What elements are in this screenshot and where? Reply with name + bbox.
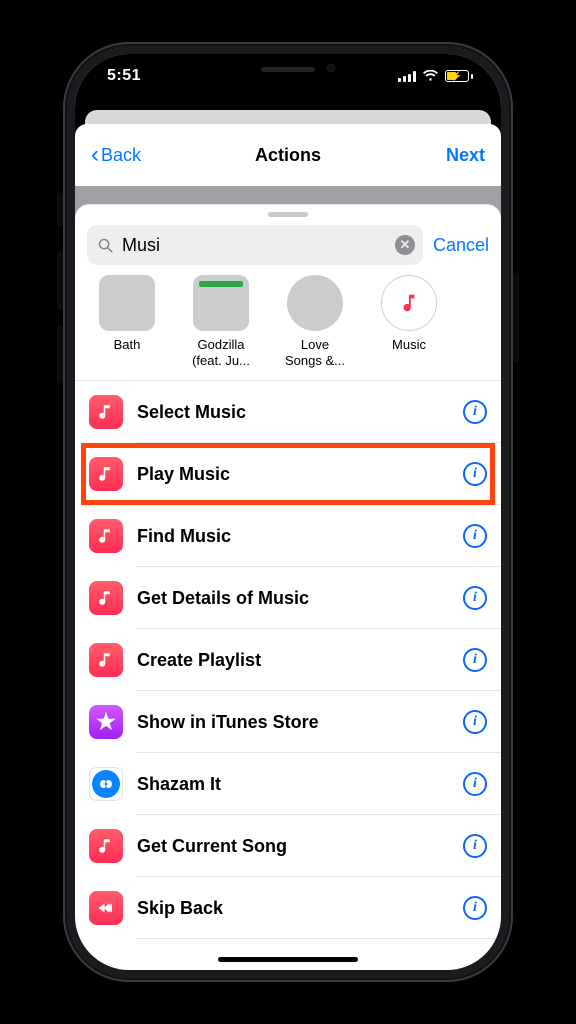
action-row[interactable]: Play Music i (75, 443, 501, 505)
notch (193, 54, 383, 84)
clear-search-button[interactable]: ✕ (395, 235, 415, 255)
info-button[interactable]: i (463, 524, 487, 548)
itunes-store-icon: ★ (89, 705, 123, 739)
info-button[interactable]: i (463, 648, 487, 672)
status-clock: 5:51 (103, 67, 141, 85)
info-button[interactable]: i (463, 400, 487, 424)
battery-charging-icon: ⚡ (445, 70, 473, 82)
cancel-search-button[interactable]: Cancel (433, 235, 489, 256)
action-row[interactable]: Select Music i (75, 381, 501, 443)
action-label: Create Playlist (137, 650, 449, 671)
action-row[interactable]: ★ Show in iTunes Store i (75, 691, 501, 753)
action-label: Shazam It (137, 774, 449, 795)
power-button (513, 272, 519, 362)
navigation-bar: ‹ Back Actions Next (75, 124, 501, 186)
info-button[interactable]: i (463, 462, 487, 486)
suggestion-tile[interactable]: Love Songs &... (279, 275, 351, 368)
search-input[interactable] (122, 235, 387, 256)
tile-label: Bath (91, 337, 163, 353)
info-button[interactable]: i (463, 586, 487, 610)
action-label: Show in iTunes Store (137, 712, 449, 733)
action-row[interactable]: Skip Back i (75, 877, 501, 939)
tile-thumbnail (193, 275, 249, 331)
volume-down-button (57, 326, 63, 384)
search-icon (97, 237, 114, 254)
skip-back-icon (89, 891, 123, 925)
action-label: Get Current Song (137, 836, 449, 857)
search-field[interactable]: ✕ (87, 225, 423, 265)
tile-label: Music (373, 337, 445, 353)
music-app-icon (89, 643, 123, 677)
action-row[interactable]: Find Music i (75, 505, 501, 567)
home-indicator[interactable] (218, 957, 358, 962)
next-button[interactable]: Next (446, 145, 485, 166)
action-list[interactable]: Select MusiciPlay MusiciFind MusiciGet D… (75, 381, 501, 970)
tile-label: Godzilla (185, 337, 257, 353)
tile-thumbnail (99, 275, 155, 331)
back-label: Back (101, 145, 141, 166)
music-app-icon (89, 519, 123, 553)
suggestion-tile[interactable]: Bath (91, 275, 163, 368)
silence-switch (57, 192, 63, 226)
music-app-icon (89, 457, 123, 491)
volume-up-button (57, 252, 63, 310)
music-note-icon (381, 275, 437, 331)
action-row[interactable]: Get Details of Music i (75, 567, 501, 629)
info-button[interactable]: i (463, 834, 487, 858)
music-app-icon (89, 829, 123, 863)
info-button[interactable]: i (463, 772, 487, 796)
tile-label: Love (279, 337, 351, 353)
cellular-signal-icon (398, 71, 416, 82)
action-label: Find Music (137, 526, 449, 547)
info-button[interactable]: i (463, 896, 487, 920)
info-button[interactable]: i (463, 710, 487, 734)
shazam-icon (89, 767, 123, 801)
phone-frame: 5:51 ⚡ ‹ Back Actions Nex (63, 42, 513, 982)
suggestion-tiles: Bath Godzilla (feat. Ju... Love Songs &.… (75, 275, 501, 380)
action-label: Skip Back (137, 898, 449, 919)
action-row[interactable]: Get Current Song i (75, 815, 501, 877)
action-row[interactable]: Shazam It i (75, 753, 501, 815)
music-app-icon (89, 581, 123, 615)
suggestion-tile[interactable]: Music (373, 275, 445, 368)
tile-sublabel: Songs &... (279, 353, 351, 369)
wifi-icon (422, 70, 439, 82)
action-row[interactable]: Create Playlist i (75, 629, 501, 691)
actions-search-panel: ✕ Cancel Bath Godzilla (feat. Ju... (75, 204, 501, 970)
action-label: Select Music (137, 402, 449, 423)
tile-sublabel: (feat. Ju... (185, 353, 257, 369)
suggestion-tile[interactable]: Godzilla (feat. Ju... (185, 275, 257, 368)
back-button[interactable]: ‹ Back (91, 143, 141, 167)
action-label: Get Details of Music (137, 588, 449, 609)
chevron-left-icon: ‹ (91, 143, 99, 167)
sheet-grabber[interactable] (268, 212, 308, 217)
tile-thumbnail (287, 275, 343, 331)
music-app-icon (89, 395, 123, 429)
action-label: Play Music (137, 464, 449, 485)
